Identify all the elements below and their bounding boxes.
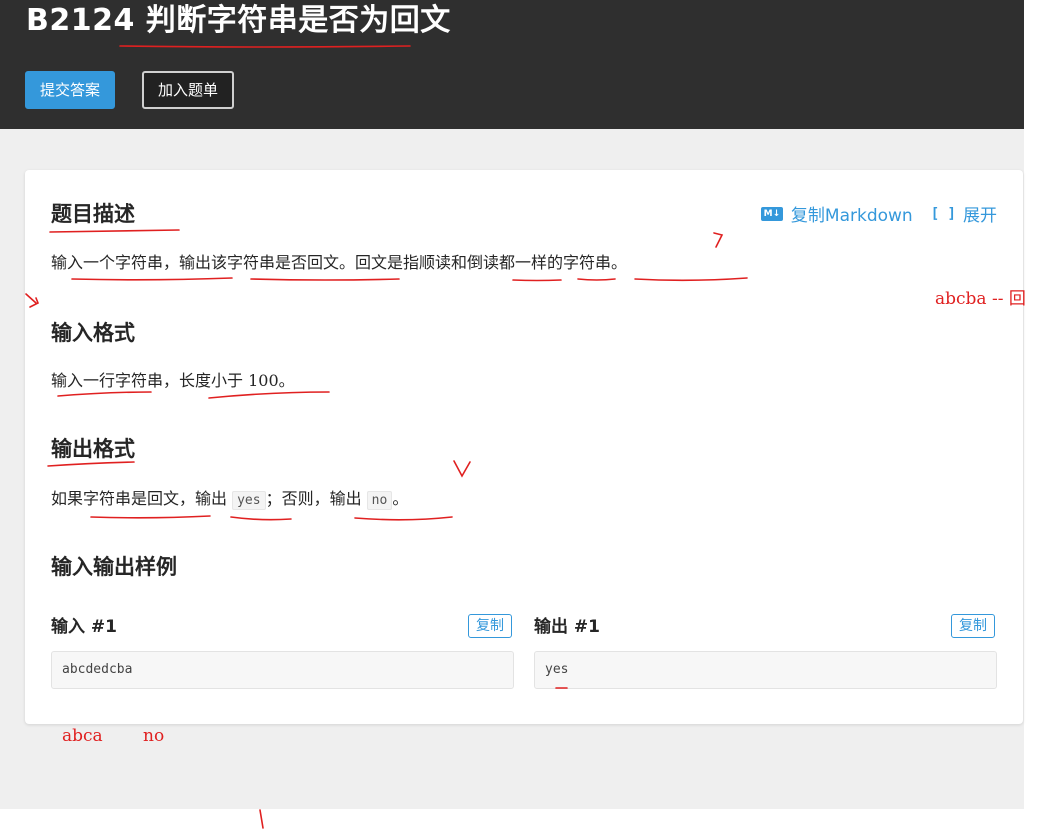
markdown-icon: M↓ [760, 206, 783, 221]
input-length-limit: 100 [248, 371, 279, 390]
add-to-list-button[interactable]: 加入题单 [142, 71, 235, 109]
output-format-heading: 输出格式 [51, 437, 135, 461]
handwritten-note-example-input: abca [62, 726, 103, 746]
problem-header: B2124 判断字符串是否为回文 提交答案 加入题单 [0, 0, 1024, 129]
output-format-text: 如果字符串是回文，输出 yes ；否则，输出 no。 [51, 487, 408, 513]
card-toolbar: M↓ 复制Markdown [ ] 展开 [760, 201, 997, 226]
copy-markdown-link[interactable]: 复制Markdown [791, 201, 913, 226]
copy-output-button[interactable]: 复制 [951, 614, 995, 638]
handwritten-note-example-output: no [143, 726, 165, 746]
output-text-part1: 如果字符串是回文，输出 [51, 489, 233, 508]
expand-link[interactable]: 展开 [963, 201, 997, 226]
mark-bottom [259, 809, 264, 829]
description-text: 输入一个字符串，输出该字符串是否回文。回文是指顺读和倒读都一样的字符串。 [51, 253, 628, 272]
sample-input-label: 输入 #1 [51, 617, 117, 637]
code-yes: yes [232, 491, 266, 510]
output-text-part3: 。 [392, 489, 409, 508]
problem-card: M↓ 复制Markdown [ ] 展开 题目描述 输入一个字符串，输出该字符串… [25, 170, 1023, 724]
sample-input-box[interactable]: abcdedcba [51, 651, 514, 689]
sample-output-box[interactable]: yes [534, 651, 997, 689]
samples-heading: 输入输出样例 [51, 555, 177, 579]
code-no: no [366, 491, 393, 510]
input-format-text-pre: 输入一行字符串，长度小于 [51, 371, 249, 390]
problem-title: B2124 判断字符串是否为回文 [26, 3, 451, 38]
submit-answer-button[interactable]: 提交答案 [25, 71, 116, 109]
handwritten-note-palindrome-example: abcba -- 回 [935, 289, 1026, 309]
expand-icon: [ ] [930, 205, 956, 222]
copy-input-button[interactable]: 复制 [468, 614, 512, 638]
output-text-part2: ；否则，输出 [265, 489, 367, 508]
input-format-heading: 输入格式 [51, 321, 135, 345]
sample-output-label: 输出 #1 [534, 617, 600, 637]
input-format-text: 输入一行字符串，长度小于 100。 [51, 369, 295, 393]
input-format-text-post: 。 [278, 371, 295, 390]
description-heading: 题目描述 [51, 202, 135, 226]
